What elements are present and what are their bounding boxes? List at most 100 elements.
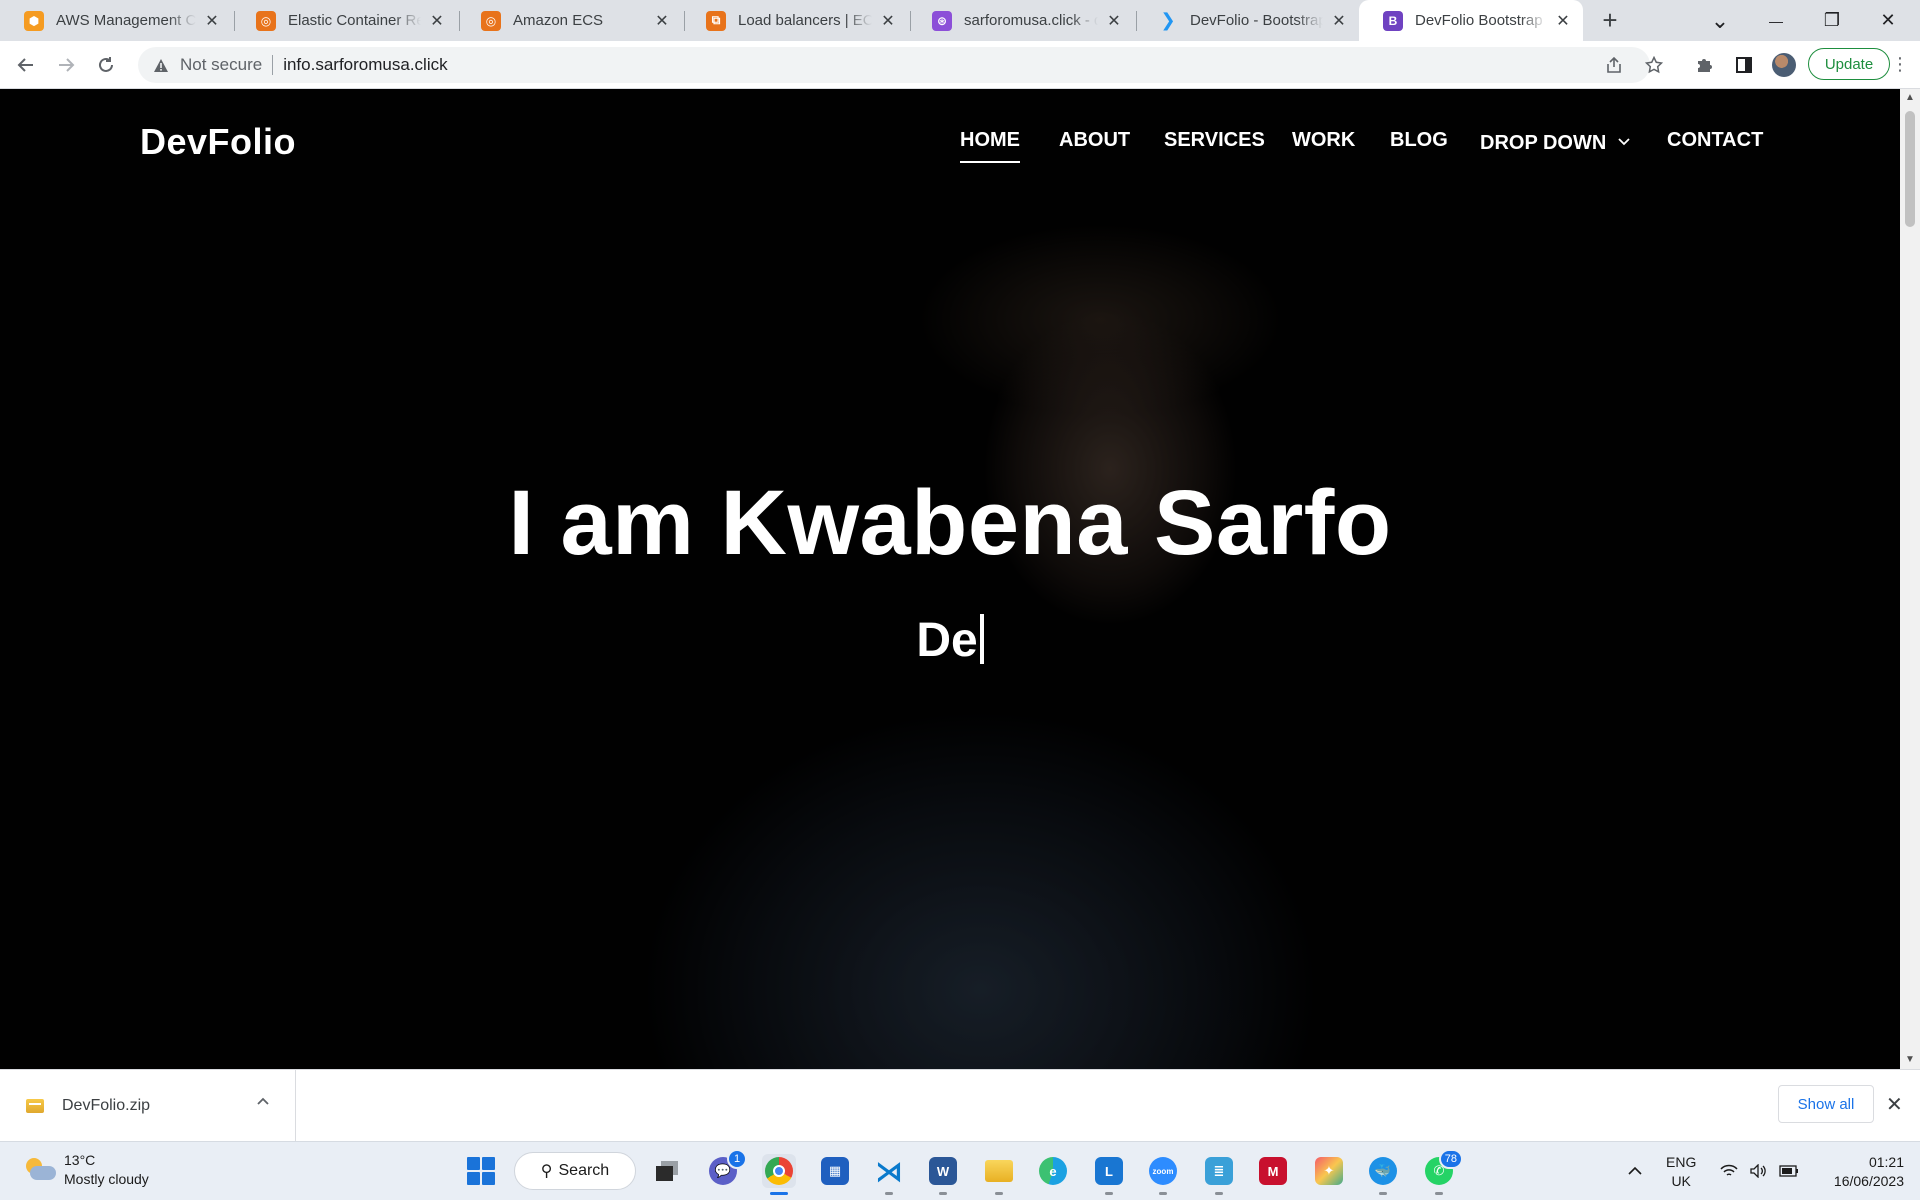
page-viewport: DevFolio HOME ABOUT SERVICES WORK BLOG D… [0,89,1900,1069]
close-icon[interactable]: ✕ [1104,11,1124,31]
nav-drop-down[interactable]: DROP DOWN [1480,129,1630,155]
vscode-app[interactable]: ⋊ [872,1154,906,1195]
window-close-icon[interactable]: ✕ [1860,0,1916,41]
search-icon: ⚲ [540,1163,553,1180]
pycharm-app[interactable]: ✦ [1312,1154,1346,1188]
task-view-icon [653,1157,681,1185]
chrome-app[interactable] [762,1154,796,1195]
wifi-icon[interactable] [1712,1154,1746,1188]
tab-title: sarforomusa.click - details [964,12,1098,29]
edge-app[interactable]: e [1036,1154,1070,1188]
security-status-label[interactable]: Not secure [180,55,262,75]
mcafee-app[interactable]: M [1256,1154,1290,1188]
word-app[interactable]: W [926,1154,960,1195]
close-icon[interactable]: ✕ [878,11,898,31]
close-icon[interactable]: ✕ [1329,11,1349,31]
tab-search-dropdown-icon[interactable]: ⌄ [1692,0,1748,41]
close-shelf-icon[interactable]: ✕ [1886,1092,1903,1117]
tab-route53[interactable]: ⊛ sarforomusa.click - details ✕ [908,0,1134,41]
browser-toolbar: Not secure info.sarforomusa.click Update… [0,41,1920,89]
chevron-up-icon[interactable] [256,1093,270,1111]
weather-widget[interactable]: 13°C Mostly cloudy [24,1151,149,1189]
partly-cloudy-icon [24,1156,56,1184]
nav-work[interactable]: WORK [1292,129,1355,152]
update-button[interactable]: Update ⋮ [1808,48,1909,80]
nav-services[interactable]: SERVICES [1164,129,1265,152]
typing-caret [979,614,984,664]
hero-typed-subtitle: De [0,613,1900,668]
hero-overlay [0,89,1900,1069]
notepad-app[interactable]: ≣ [1202,1154,1236,1195]
nav-contact[interactable]: CONTACT [1667,129,1763,152]
back-arrow-icon[interactable] [10,49,42,81]
menu-kebab-icon[interactable]: ⋮ [1891,54,1909,75]
volume-icon[interactable] [1742,1154,1776,1188]
task-view-button[interactable] [650,1154,684,1188]
scrollbar-thumb[interactable] [1905,111,1915,227]
download-item[interactable]: DevFolio.zip [0,1070,296,1141]
close-icon[interactable]: ✕ [1553,11,1573,31]
scroll-down-arrow-icon[interactable]: ▼ [1904,1054,1916,1066]
close-icon[interactable]: ✕ [652,11,672,31]
whatsapp-app[interactable]: ✆ 78 [1422,1149,1463,1195]
clock-date: 16/06/2023 [1833,1173,1904,1189]
windows-logo-icon [467,1157,495,1185]
lens-app[interactable]: L [1092,1154,1126,1195]
site-brand-logo[interactable]: DevFolio [140,121,296,163]
colorful-tool-icon: ✦ [1315,1157,1343,1185]
battery-icon[interactable] [1772,1154,1806,1188]
show-hidden-icons-button[interactable] [1618,1154,1652,1188]
show-all-downloads-button[interactable]: Show all [1778,1085,1874,1123]
taskbar-search[interactable]: ⚲ Search [514,1152,636,1190]
tab-title: DevFolio Bootstrap Portfolio [1415,12,1547,29]
system-clock[interactable]: 01:21 16/06/2023 [1808,1153,1904,1191]
bootstrap-favicon-icon: B [1383,10,1403,31]
scroll-up-arrow-icon[interactable]: ▲ [1904,92,1916,104]
close-icon[interactable]: ✕ [427,11,447,31]
zoom-icon: zoom [1149,1157,1177,1185]
warning-icon[interactable] [152,56,170,74]
page-scrollbar[interactable]: ▲ ▼ [1900,89,1920,1069]
docker-app[interactable]: 🐳 [1366,1154,1400,1195]
side-panel-icon[interactable] [1728,49,1760,81]
input-language-indicator[interactable]: ENG UK [1666,1153,1696,1191]
microsoft-store-app[interactable]: ▦ [818,1154,852,1188]
file-explorer-app[interactable] [982,1154,1016,1195]
restore-icon[interactable]: ❐ [1804,0,1860,41]
url-text[interactable]: info.sarforomusa.click [283,55,447,75]
running-indicator [1105,1192,1113,1195]
zip-folder-icon [26,1098,44,1113]
forward-arrow-icon[interactable] [50,49,82,81]
running-indicator [885,1192,893,1195]
new-tab-button[interactable]: + [1596,7,1624,34]
tab-ecs[interactable]: ◎ Amazon ECS ✕ [457,0,682,41]
reload-icon[interactable] [90,49,122,81]
nav-blog[interactable]: BLOG [1390,129,1448,152]
weather-condition: Mostly cloudy [64,1171,149,1187]
tab-devfolio-bootstrap[interactable]: ❯ DevFolio - Bootstrap Portfolio ✕ [1134,0,1359,41]
tab-title: Elastic Container Registry [288,12,421,29]
nav-home[interactable]: HOME [960,129,1020,163]
weather-temperature: 13°C [64,1152,96,1168]
tab-load-balancers[interactable]: ⧉ Load balancers | EC2 Management ✕ [682,0,908,41]
extensions-puzzle-icon[interactable] [1688,49,1720,81]
close-icon[interactable]: ✕ [202,11,222,31]
mcafee-shield-icon: M [1259,1157,1287,1185]
aws-favicon-icon: ⬢ [24,10,44,31]
profile-avatar[interactable] [1772,53,1796,77]
tab-ecr[interactable]: ◎ Elastic Container Registry ✕ [232,0,457,41]
bookmark-star-icon[interactable] [1638,49,1670,81]
chrome-icon [765,1157,793,1185]
tab-aws-console[interactable]: ⬢ AWS Management Console ✕ [0,0,232,41]
ecr-favicon-icon: ◎ [256,10,276,31]
running-indicator [939,1192,947,1195]
typed-text: De [916,614,978,667]
tab-devfolio-active[interactable]: B DevFolio Bootstrap Portfolio ✕ [1359,0,1583,41]
share-icon[interactable] [1598,49,1630,81]
minimize-icon[interactable]: — [1748,0,1804,41]
zoom-app[interactable]: zoom [1146,1154,1180,1195]
address-bar[interactable]: Not secure info.sarforomusa.click [138,47,1650,83]
teams-chat-app[interactable]: 💬 1 [706,1149,747,1188]
start-button[interactable] [464,1154,498,1188]
nav-about[interactable]: ABOUT [1059,129,1130,152]
